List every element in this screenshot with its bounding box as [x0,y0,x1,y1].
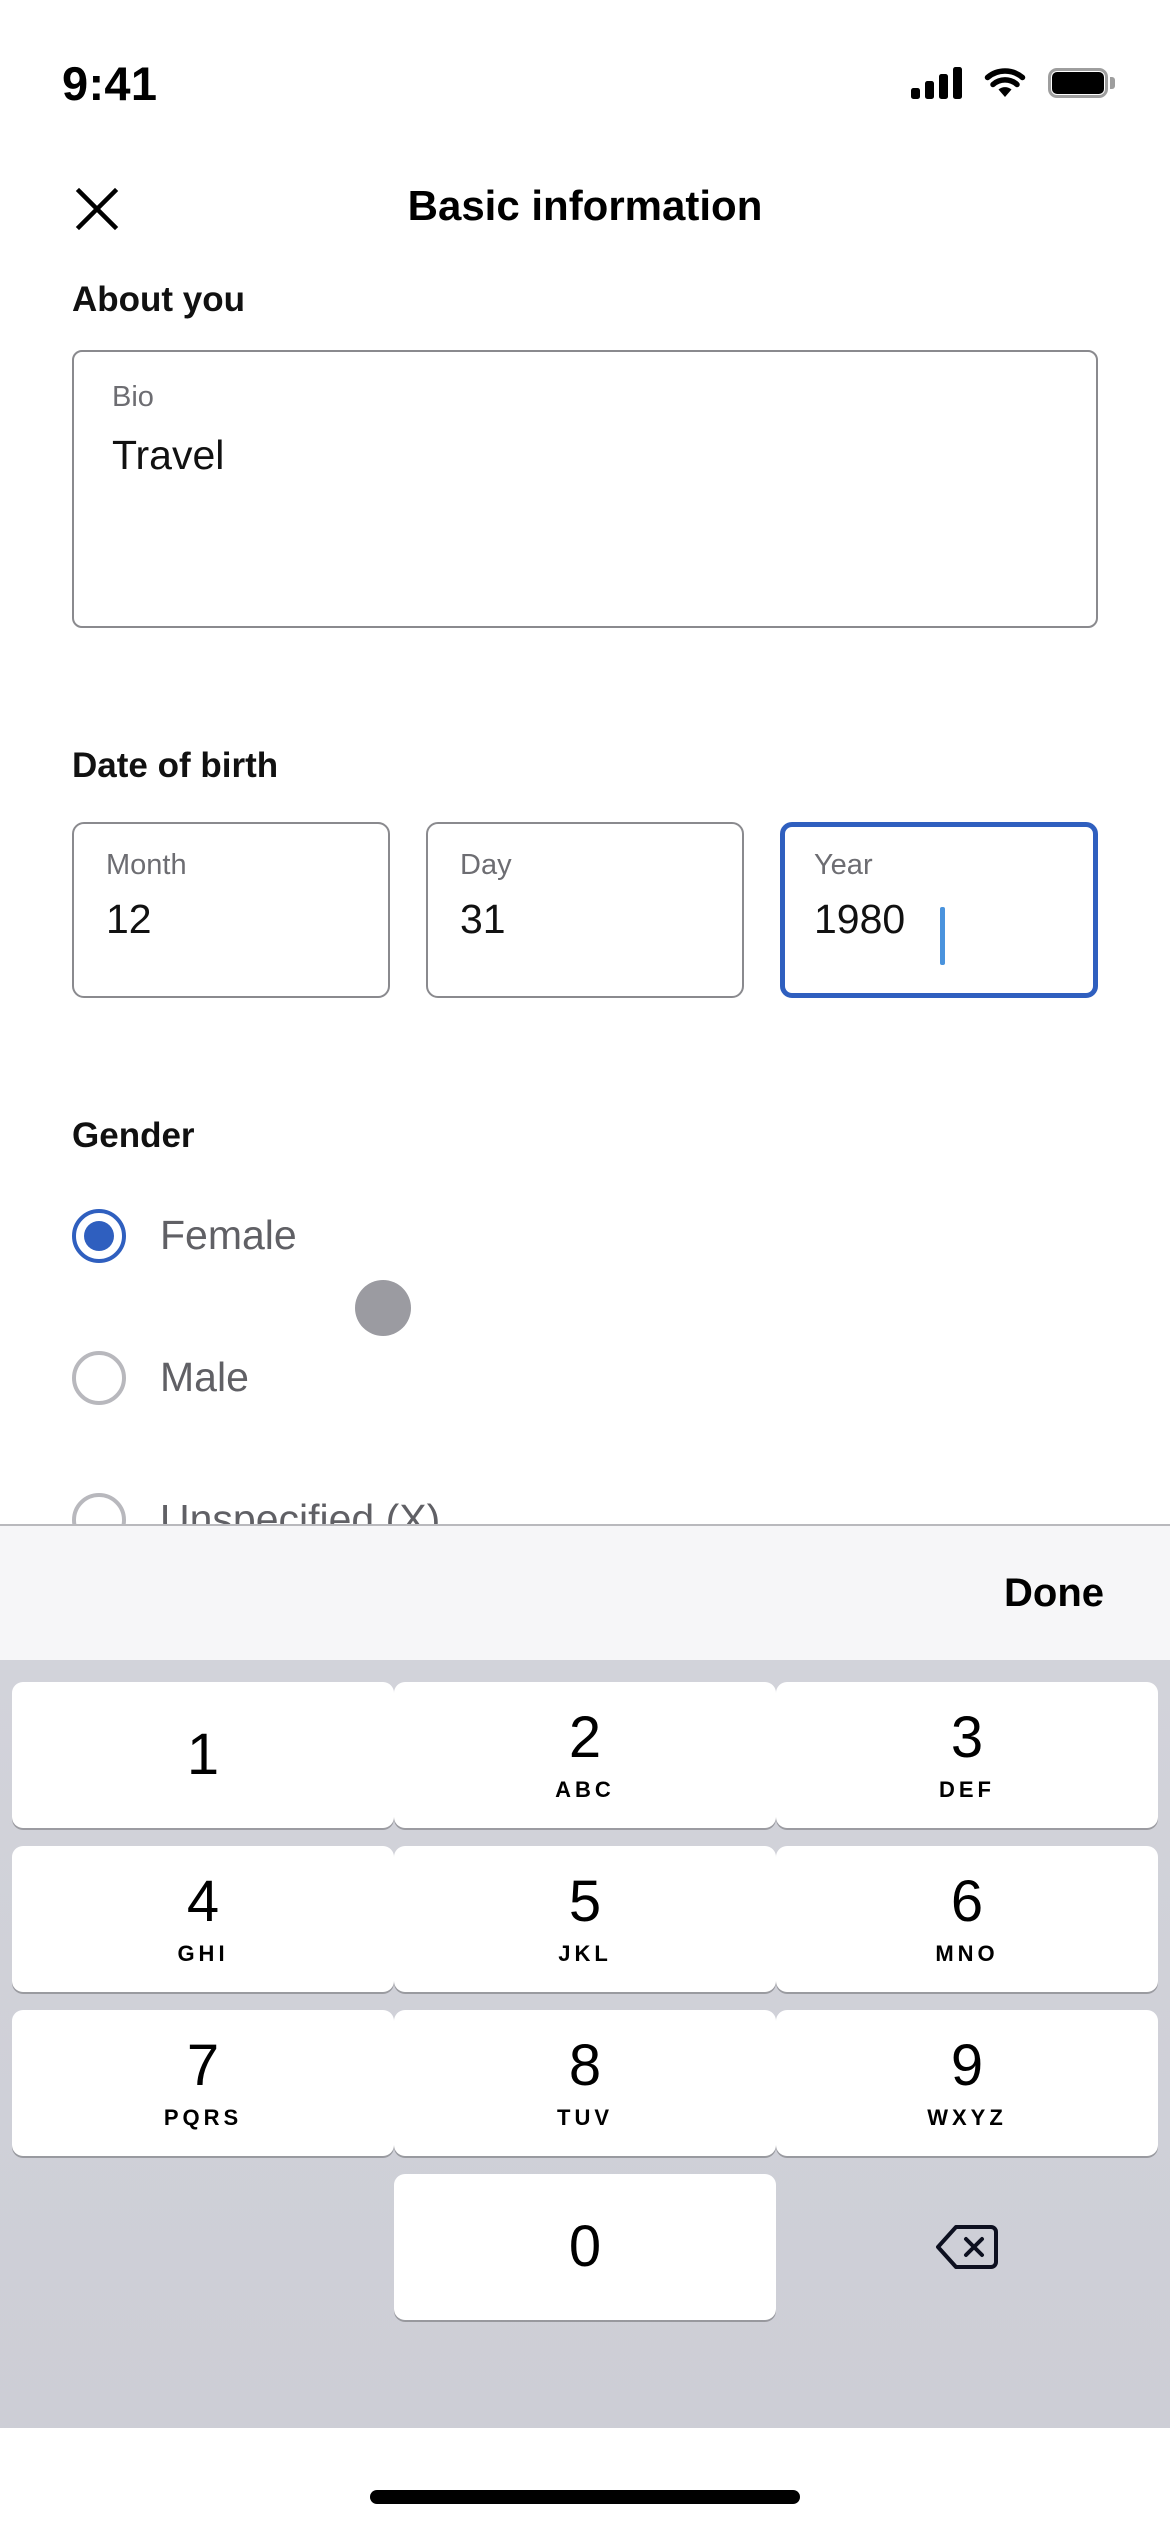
gender-heading: Gender [72,1116,195,1155]
year-value: 1980 [814,895,906,942]
day-label: Day [460,849,512,881]
keypad-row: 0 [12,2166,1158,2328]
key-3-number: 3 [950,1705,984,1770]
key-4[interactable]: 4 GHI [12,1846,394,1992]
date-of-birth-heading: Date of birth [72,746,279,785]
key-1-number: 1 [186,1722,220,1787]
backspace-delete-icon[interactable] [776,2174,1158,2320]
day-input[interactable]: Day 31 [426,822,744,998]
cellular-signal-icon [911,67,962,99]
nav-header: Basic information [0,160,1170,270]
key-5-number: 5 [568,1869,602,1934]
keypad-row: 1 2 ABC 3 DEF [12,1674,1158,1836]
key-6-letters: MNO [935,1941,999,1966]
key-2[interactable]: 2 ABC [394,1682,776,1828]
key-0-number: 0 [568,2214,602,2279]
key-6[interactable]: 6 MNO [776,1846,1158,1992]
key-6-number: 6 [950,1869,984,1934]
keypad-row: 7 PQRS 8 TUV 9 WXYZ [12,2002,1158,2164]
key-3[interactable]: 3 DEF [776,1682,1158,1828]
key-8-number: 8 [568,2033,602,2098]
battery-full-icon [1048,68,1115,98]
month-value: 12 [106,895,152,942]
phone-screen: 9:41 Basic information About you Bio Tra… [0,0,1170,2532]
key-0[interactable]: 0 [394,2174,776,2320]
month-label: Month [106,849,187,881]
key-9-number: 9 [950,2033,984,2098]
radio-selected-icon [72,1208,126,1263]
key-7-letters: PQRS [163,2105,243,2130]
bio-input[interactable]: Bio Travel [72,350,1098,628]
key-2-number: 2 [568,1705,602,1770]
home-indicator-bar [370,2490,800,2504]
key-4-number: 4 [186,1869,220,1934]
done-button[interactable]: Done [986,1559,1122,1628]
key-5[interactable]: 5 JKL [394,1846,776,1992]
day-value: 31 [460,895,506,942]
keypad-empty-slot [12,2174,394,2320]
month-input[interactable]: Month 12 [72,822,390,998]
radio-unselected-icon [72,1350,126,1405]
key-8-letters: TUV [557,2105,613,2130]
key-9[interactable]: 9 WXYZ [776,2010,1158,2156]
key-5-letters: JKL [558,1941,612,1966]
bio-label: Bio [112,381,154,413]
form-content: About you Bio Travel Date of birth Month… [0,280,1170,1555]
gender-option-male[interactable]: Male [0,1342,1170,1413]
date-of-birth-row: Month 12 Day 31 Year 1980 [72,822,1098,998]
status-bar: 9:41 [0,0,1170,128]
key-1[interactable]: 1 [12,1682,394,1828]
key-2-letters: ABC [555,1777,615,1802]
key-4-letters: GHI [177,1941,229,1966]
key-3-letters: DEF [939,1777,995,1802]
gender-option-female-label: Female [160,1212,297,1258]
page-title: Basic information [407,182,763,229]
touch-indicator [355,1280,411,1336]
text-caret [940,907,945,965]
gender-option-female[interactable]: Female [0,1200,1170,1271]
key-9-letters: WXYZ [927,2105,1007,2130]
year-input[interactable]: Year 1980 [780,822,1098,998]
key-7-number: 7 [186,2033,220,2098]
numeric-keypad: 1 2 ABC 3 DEF 4 GHI 5 JKL 6 MNO 7 PQRS 8… [0,1660,1170,2428]
about-you-heading: About you [72,280,246,319]
year-label: Year [814,849,873,881]
key-8[interactable]: 8 TUV [394,2010,776,2156]
wifi-icon [984,67,1026,99]
keyboard-toolbar: Done [0,1524,1170,1660]
bio-value: Travel [112,431,225,478]
keypad-row: 4 GHI 5 JKL 6 MNO [12,1838,1158,2000]
status-bar-time: 9:41 [62,56,158,110]
key-7[interactable]: 7 PQRS [12,2010,394,2156]
gender-option-male-label: Male [160,1354,249,1400]
gender-radio-group: Female Male Unspecified (X) [0,1200,1170,1555]
status-bar-icons [911,67,1115,99]
